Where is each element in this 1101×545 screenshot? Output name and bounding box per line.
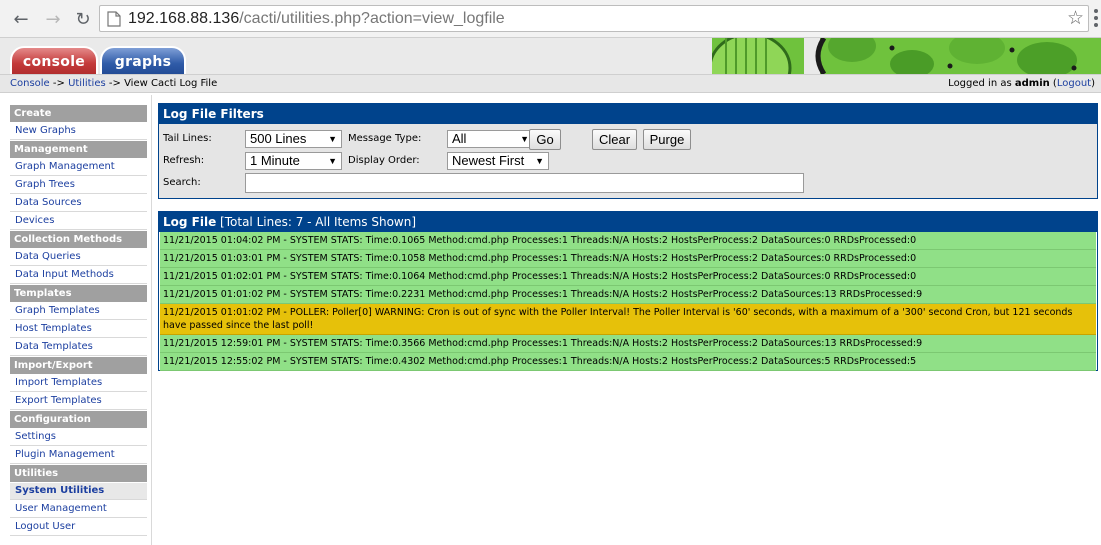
breadcrumb-current: View Cacti Log File <box>124 78 218 89</box>
log-entry: 11/21/2015 01:02:01 PM - SYSTEM STATS: T… <box>160 268 1096 286</box>
message-type-label: Message Type: <box>348 133 422 144</box>
menu-header-management: Management <box>10 141 147 158</box>
menu-header-create: Create <box>10 105 147 122</box>
sidebar-divider <box>151 95 152 545</box>
log-filters-panel: Log File Filters Tail Lines: 500 Lines ▼ … <box>158 103 1098 199</box>
page-icon <box>107 11 121 27</box>
sidebar-item-graph-management[interactable]: Graph Management <box>10 159 147 176</box>
bookmark-star-icon[interactable]: ☆ <box>1067 6 1084 31</box>
log-entry: 11/21/2015 01:04:02 PM - SYSTEM STATS: T… <box>160 232 1096 250</box>
breadcrumb-separator: -> <box>49 78 69 89</box>
log-filters-title: Log File Filters <box>159 104 1097 124</box>
search-label: Search: <box>163 177 201 188</box>
sidebar-item-graph-trees[interactable]: Graph Trees <box>10 177 147 194</box>
sidebar-item-new-graphs[interactable]: New Graphs <box>10 123 147 140</box>
display-order-select[interactable]: Newest First ▼ <box>447 152 549 170</box>
menu-header-import-export: Import/Export <box>10 357 147 374</box>
sidebar-item-plugin-management[interactable]: Plugin Management <box>10 447 147 464</box>
log-entry: 11/21/2015 12:59:01 PM - SYSTEM STATS: T… <box>160 335 1096 353</box>
breadcrumb-utilities-link[interactable]: Utilities <box>68 78 106 89</box>
menu-header-configuration: Configuration <box>10 411 147 428</box>
tail-lines-select[interactable]: 500 Lines ▼ <box>245 130 342 148</box>
tail-lines-label: Tail Lines: <box>163 133 212 144</box>
sidebar-item-settings[interactable]: Settings <box>10 429 147 446</box>
log-entry: 11/21/2015 01:03:01 PM - SYSTEM STATS: T… <box>160 250 1096 268</box>
login-status: Logged in as admin (Logout) <box>948 78 1095 89</box>
clear-button[interactable]: Clear <box>592 129 637 150</box>
log-file-panel: Log File [Total Lines: 7 - All Items Sho… <box>158 211 1098 371</box>
go-button[interactable]: Go <box>529 129 561 150</box>
search-input[interactable] <box>245 173 804 193</box>
refresh-label: Refresh: <box>163 155 205 166</box>
sidebar-item-host-templates[interactable]: Host Templates <box>10 321 147 338</box>
chevron-down-icon: ▼ <box>520 134 529 144</box>
sidebar-item-devices[interactable]: Devices <box>10 213 147 230</box>
breadcrumb-console-link[interactable]: Console <box>10 78 50 89</box>
sidebar-item-data-input-methods[interactable]: Data Input Methods <box>10 267 147 284</box>
menu-header-utilities: Utilities <box>10 465 147 482</box>
chevron-down-icon: ▼ <box>328 156 337 166</box>
forward-arrow-icon[interactable]: → <box>40 6 66 32</box>
sidebar-item-export-templates[interactable]: Export Templates <box>10 393 147 410</box>
tab-graphs[interactable]: graphs <box>100 46 186 74</box>
log-entry-warning: 11/21/2015 01:01:02 PM - POLLER: Poller[… <box>160 304 1096 335</box>
sidebar-item-user-management[interactable]: User Management <box>10 501 147 518</box>
log-entry: 11/21/2015 01:01:02 PM - SYSTEM STATS: T… <box>160 286 1096 304</box>
browser-menu-icon[interactable] <box>1090 6 1101 30</box>
log-file-title: Log File [Total Lines: 7 - All Items Sho… <box>159 212 1097 232</box>
sidebar-menu: Create New Graphs Management Graph Manag… <box>10 105 147 537</box>
menu-header-collection-methods: Collection Methods <box>10 231 147 248</box>
logout-link[interactable]: Logout <box>1057 78 1091 89</box>
chevron-down-icon: ▼ <box>535 156 544 166</box>
address-bar[interactable]: 192.168.88.136/cacti/utilities.php?actio… <box>99 5 1089 32</box>
menu-header-templates: Templates <box>10 285 147 302</box>
log-entry: 11/21/2015 12:55:02 PM - SYSTEM STATS: T… <box>160 353 1096 371</box>
breadcrumb: Console -> Utilities -> View Cacti Log F… <box>10 75 217 92</box>
message-type-select[interactable]: All ▼ <box>447 130 534 148</box>
tab-console[interactable]: console <box>10 46 98 74</box>
browser-toolbar: ← → ↻ 192.168.88.136/cacti/utilities.php… <box>0 0 1101 38</box>
sidebar-item-graph-templates[interactable]: Graph Templates <box>10 303 147 320</box>
breadcrumb-bar: Console -> Utilities -> View Cacti Log F… <box>0 74 1101 93</box>
url-text: 192.168.88.136/cacti/utilities.php?actio… <box>128 10 505 27</box>
sidebar-item-system-utilities[interactable]: System Utilities <box>10 483 147 500</box>
logged-in-user: admin <box>1014 78 1050 89</box>
sidebar-item-data-queries[interactable]: Data Queries <box>10 249 147 266</box>
cactus-banner-image <box>712 38 1101 74</box>
purge-button[interactable]: Purge <box>643 129 691 150</box>
sidebar-item-data-templates[interactable]: Data Templates <box>10 339 147 356</box>
log-entries: 11/21/2015 01:04:02 PM - SYSTEM STATS: T… <box>159 232 1097 371</box>
reload-icon[interactable]: ↻ <box>70 6 96 32</box>
chevron-down-icon: ▼ <box>328 134 337 144</box>
sidebar-item-logout-user[interactable]: Logout User <box>10 519 147 536</box>
breadcrumb-separator: -> <box>105 78 125 89</box>
sidebar-item-import-templates[interactable]: Import Templates <box>10 375 147 392</box>
refresh-select[interactable]: 1 Minute ▼ <box>245 152 342 170</box>
display-order-label: Display Order: <box>348 155 420 166</box>
sidebar-item-data-sources[interactable]: Data Sources <box>10 195 147 212</box>
cacti-header: console graphs <box>0 38 1101 74</box>
back-arrow-icon[interactable]: ← <box>8 6 34 32</box>
